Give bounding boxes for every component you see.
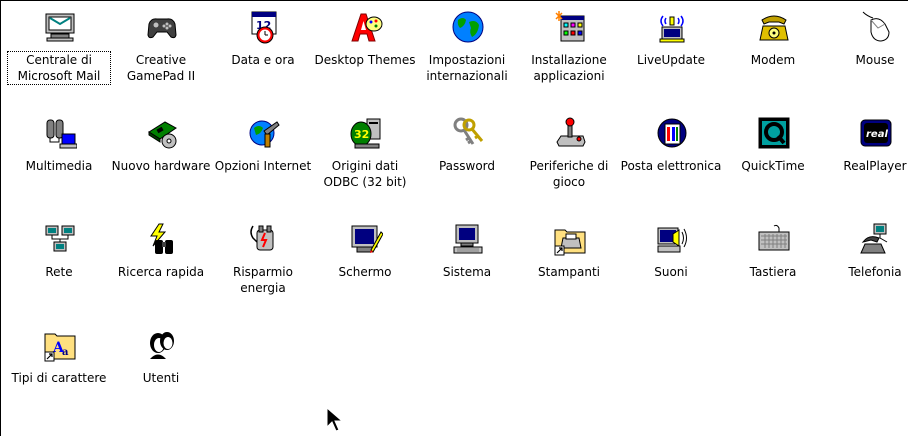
item-sistema[interactable]: Sistema (416, 212, 518, 312)
item-label: Periferiche di gioco (529, 159, 609, 189)
item-label: Creative GamePad II (126, 53, 196, 83)
multimedia-icon (46, 119, 77, 149)
item-label: Ricerca rapida (117, 265, 205, 279)
email-icon (657, 118, 687, 148)
users-icon (150, 332, 174, 359)
mouse-icon (862, 11, 890, 42)
item-label: Mouse (855, 53, 895, 67)
item-label: Telefonia (848, 265, 902, 279)
item-label: Opzioni Internet (214, 159, 312, 173)
keyboard-icon (758, 224, 790, 251)
new-hardware-icon (148, 121, 177, 149)
item-creative-gamepad[interactable]: Creative GamePad II (110, 0, 212, 100)
svg-text:real: real (866, 129, 888, 140)
item-risparmio-energia[interactable]: Risparmio energia (212, 212, 314, 312)
fonts-folder-icon: A a (44, 333, 76, 362)
item-multimedia[interactable]: Multimedia (8, 106, 110, 206)
item-periferiche-di-gioco[interactable]: Periferiche di gioco (518, 106, 620, 206)
item-origini-dati-odbc[interactable]: 32 Origini dati ODBC (32 bit) (314, 106, 416, 206)
mouse-pointer-icon (326, 407, 344, 432)
item-utenti[interactable]: Utenti (110, 318, 212, 418)
mail-center-icon (45, 13, 75, 42)
item-data-e-ora[interactable]: 12 Data e ora (212, 0, 314, 100)
item-opzioni-internet[interactable]: Opzioni Internet (212, 106, 314, 206)
item-label: Centrale di Microsoft Mail (7, 51, 111, 85)
item-quicktime[interactable]: QuickTime (722, 106, 824, 206)
liveupdate-icon (659, 15, 685, 43)
item-schermo[interactable]: Schermo (314, 212, 416, 312)
item-telefonia[interactable]: Telefonia (824, 212, 909, 312)
item-label: Impostazioni internazionali (426, 53, 508, 83)
item-label: Tipi di carattere (11, 371, 107, 385)
item-realplayer[interactable]: real RealPlayer (824, 106, 909, 206)
svg-text:a: a (62, 347, 69, 358)
display-icon (351, 225, 383, 253)
item-label: Desktop Themes (314, 53, 416, 67)
item-label: Posta elettronica (620, 159, 722, 173)
item-label: RealPlayer (843, 159, 907, 173)
item-label: Stampanti (538, 265, 600, 279)
item-label: Data e ora (231, 53, 295, 67)
item-label: Risparmio energia (233, 265, 293, 295)
item-installazione-applicazioni[interactable]: Installazione applicazioni (518, 0, 620, 100)
item-label: QuickTime (741, 159, 805, 173)
item-liveupdate[interactable]: LiveUpdate (620, 0, 722, 100)
quicktime-icon (758, 117, 790, 149)
item-password[interactable]: Password (416, 106, 518, 206)
item-label: Schermo (338, 265, 392, 279)
item-tastiera[interactable]: Tastiera (722, 212, 824, 312)
calendar-clock-icon: 12 (251, 11, 277, 44)
item-centrale-di-microsoft-mail[interactable]: Centrale di Microsoft Mail (7, 0, 111, 100)
internet-options-icon (249, 120, 280, 148)
desktop-themes-icon (351, 13, 383, 42)
network-icon (45, 225, 75, 252)
item-posta-elettronica[interactable]: Posta elettronica (620, 106, 722, 206)
item-label: LiveUpdate (637, 53, 705, 67)
item-nuovo-hardware[interactable]: Nuovo hardware (110, 106, 212, 206)
item-ricerca-rapida[interactable]: Ricerca rapida (110, 212, 212, 312)
telephony-icon (860, 223, 888, 254)
joystick-icon (556, 117, 586, 147)
item-label: Suoni (654, 265, 688, 279)
item-suoni[interactable]: Suoni (620, 212, 722, 312)
item-label: Utenti (142, 371, 180, 385)
item-label: Origini dati ODBC (32 bit) (323, 159, 407, 189)
printer-folder-icon (554, 229, 586, 256)
item-label: Modem (750, 53, 796, 67)
power-plug-icon (250, 225, 274, 251)
item-label: Nuovo hardware (111, 159, 211, 173)
item-tipi-di-carattere[interactable]: A a Tipi di carattere (8, 318, 110, 418)
item-label: Password (438, 159, 496, 173)
item-desktop-themes[interactable]: Desktop Themes (314, 0, 416, 100)
realplayer-icon: real (860, 119, 892, 147)
item-modem[interactable]: Modem (722, 0, 824, 100)
svg-text:32: 32 (354, 128, 369, 141)
globe-icon (452, 11, 484, 43)
item-rete[interactable]: Rete (8, 212, 110, 312)
computer-icon (453, 224, 483, 254)
install-apps-icon (555, 11, 585, 42)
item-label: Installazione applicazioni (531, 53, 607, 83)
item-label: Sistema (442, 265, 492, 279)
speaker-icon (657, 227, 687, 253)
item-label: Multimedia (25, 159, 93, 173)
item-stampanti[interactable]: Stampanti (518, 212, 620, 312)
item-impostazioni-internazionali[interactable]: Impostazioni internazionali (416, 0, 518, 100)
item-label: Tastiera (749, 265, 797, 279)
odbc-icon: 32 (350, 118, 381, 149)
item-mouse[interactable]: Mouse (824, 0, 909, 100)
binoculars-icon (150, 223, 173, 254)
item-label: Rete (45, 265, 73, 279)
keys-icon (453, 117, 484, 145)
modem-phone-icon (759, 15, 789, 41)
gamepad-icon (147, 18, 177, 39)
